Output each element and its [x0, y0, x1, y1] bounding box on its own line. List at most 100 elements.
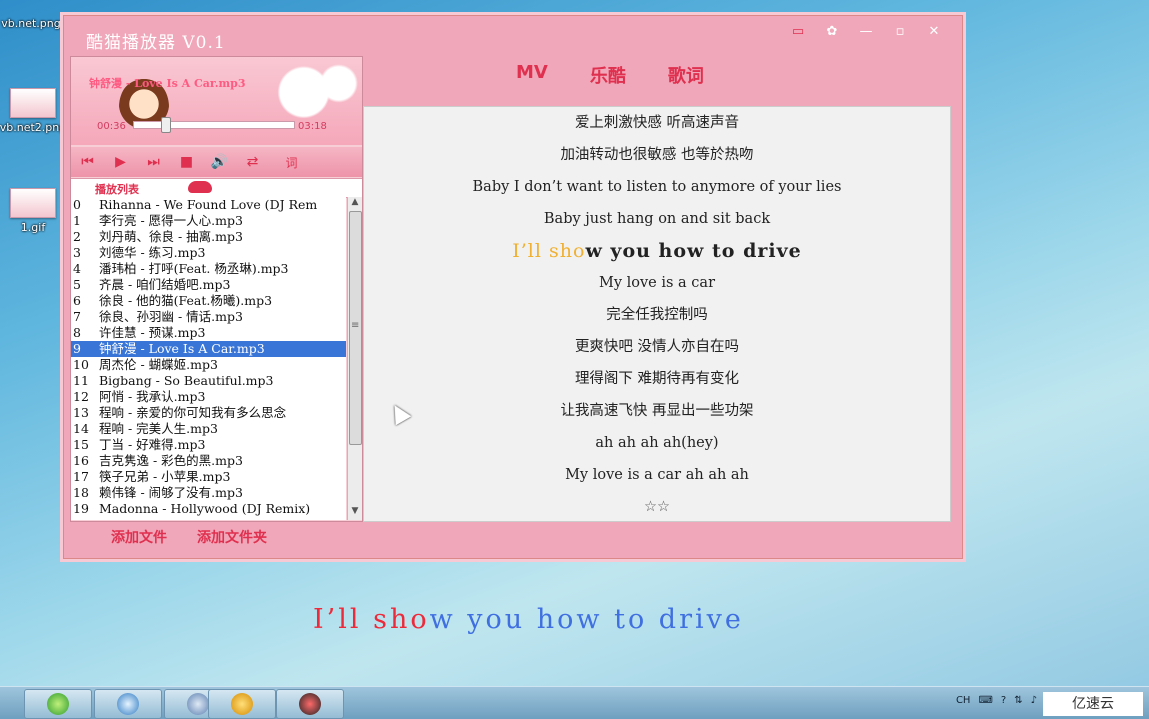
- ie-icon: [117, 693, 139, 715]
- playlist-row[interactable]: 18 赖伟锋 - 闹够了没有.mp3: [71, 485, 346, 501]
- playlist-row-title: Bigbang - So Beautiful.mp3: [99, 373, 274, 388]
- playlist-row[interactable]: 3 刘德华 - 练习.mp3: [71, 245, 346, 261]
- desktop-lyric[interactable]: I’ll show you how to drive: [313, 604, 744, 635]
- playlist-row-title: 徐良、孙羽幽 - 情话.mp3: [99, 309, 243, 324]
- playlist-row[interactable]: 1 李行亮 - 愿得一人心.mp3: [71, 213, 346, 229]
- seek-knob[interactable]: [161, 117, 172, 133]
- lyric-line: 理得阁下 难期待再有变化: [574, 371, 740, 387]
- add-folder-button[interactable]: 添加文件夹: [197, 527, 267, 547]
- playlist-row[interactable]: 2 刘丹萌、徐良 - 抽离.mp3: [71, 229, 346, 245]
- heart-icon: [188, 181, 212, 193]
- playlist-label: 播放列表: [95, 183, 139, 196]
- playlist-row-title: 刘丹萌、徐良 - 抽离.mp3: [99, 229, 243, 244]
- visual-studio-icon: [187, 693, 209, 715]
- playlist-row-title: 刘德华 - 练习.mp3: [99, 245, 206, 260]
- playlist-row[interactable]: 14 程响 - 完美人生.mp3: [71, 421, 346, 437]
- playlist-row-title: 徐良 - 他的猫(Feat.杨曦).mp3: [99, 293, 273, 308]
- lyric-line: My love is a car ah ah ah: [565, 467, 749, 483]
- loop-mode-icon[interactable]: ⇄: [236, 151, 269, 173]
- playlist[interactable]: 0 Rihanna - We Found Love (DJ Rem 1 李行亮 - 愿…: [71, 197, 346, 520]
- close-icon[interactable]: ✕: [926, 24, 942, 40]
- taskbar-item-ie[interactable]: [94, 689, 162, 719]
- image-file-icon: [10, 88, 56, 118]
- playlist-actions: 添加文件 添加文件夹: [111, 527, 267, 547]
- desktop-icon-vbnet2[interactable]: vb.net2.png: [0, 88, 68, 134]
- transport-controls: ⏮ ▶ ⏭ ■ 🔊 ⇄ 词: [71, 147, 362, 177]
- playlist-row[interactable]: 16 吉克隽逸 - 彩色的黑.mp3: [71, 453, 346, 469]
- lyric-current-rest: w you how to drive: [585, 240, 802, 262]
- playlist-row-number: 17: [73, 469, 89, 484]
- playlist-row[interactable]: 4 潘玮柏 - 打呼(Feat. 杨丞琳).mp3: [71, 261, 346, 277]
- playlist-header: 播放列表: [71, 178, 362, 198]
- tab-mv[interactable]: MV: [516, 62, 548, 88]
- playlist-row[interactable]: 12 阿悄 - 我承认.mp3: [71, 389, 346, 405]
- scroll-up-icon[interactable]: ▲: [348, 197, 362, 211]
- time-current: 00:36: [97, 121, 126, 132]
- mini-mode-icon[interactable]: ▭: [790, 24, 806, 40]
- playlist-row[interactable]: 10 周杰伦 - 蝴蝶姬.mp3: [71, 357, 346, 373]
- playlist-row-title: 赖伟锋 - 闹够了没有.mp3: [99, 485, 243, 500]
- playlist-row-number: 9: [73, 341, 81, 356]
- tab-lyrics[interactable]: 歌词: [668, 62, 704, 88]
- keyboard-icon[interactable]: ⌨: [978, 695, 992, 706]
- playlist-row[interactable]: 8 许佳慧 - 预谋.mp3: [71, 325, 346, 341]
- add-file-button[interactable]: 添加文件: [111, 527, 167, 547]
- player-app-icon: [299, 693, 321, 715]
- desktop-lyric-remaining: w you how to drive: [429, 604, 744, 635]
- playlist-row[interactable]: 11 Bigbang - So Beautiful.mp3: [71, 373, 346, 389]
- window-controls: ▭ ✿ — ▫ ✕: [790, 24, 942, 40]
- lyric-line-current: I’ll show you how to drive: [364, 235, 950, 267]
- minimize-icon[interactable]: —: [858, 24, 874, 40]
- network-icon[interactable]: ⇅: [1014, 695, 1022, 706]
- lyric-line: 更爽快吧 没情人亦自在吗: [574, 339, 740, 355]
- playlist-row-title: 程响 - 完美人生.mp3: [99, 421, 218, 436]
- playlist-row[interactable]: 6 徐良 - 他的猫(Feat.杨曦).mp3: [71, 293, 346, 309]
- desktop-icon-vbnet[interactable]: vb.net.png: [0, 0, 66, 30]
- skin-icon[interactable]: ✿: [824, 24, 840, 40]
- next-icon[interactable]: ⏭: [137, 151, 170, 173]
- scroll-down-icon[interactable]: ▼: [348, 506, 362, 520]
- playlist-row-title: 程响 - 亲爱的你可知我有多么思念: [99, 405, 287, 420]
- playlist-row-number: 2: [73, 229, 81, 244]
- playlist-row[interactable]: 7 徐良、孙羽幽 - 情话.mp3: [71, 309, 346, 325]
- playlist-scrollbar[interactable]: ▲ ▼: [347, 197, 362, 520]
- desktop-icon-gif[interactable]: 1.gif: [0, 188, 68, 234]
- input-language[interactable]: CH: [956, 695, 971, 706]
- playlist-row[interactable]: 15 丁当 - 好难得.mp3: [71, 437, 346, 453]
- previous-icon[interactable]: ⏮: [71, 151, 104, 173]
- volume-icon[interactable]: 🔊: [203, 151, 236, 173]
- lyric-line: ah ah ah ah(hey): [595, 435, 719, 451]
- taskbar-item-player[interactable]: [276, 689, 344, 719]
- playlist-row[interactable]: 19 Madonna - Hollywood (DJ Remix): [71, 501, 346, 517]
- scrollbar-thumb[interactable]: [349, 211, 362, 445]
- playlist-row[interactable]: 0 Rihanna - We Found Love (DJ Rem: [71, 197, 346, 213]
- playlist-row-title: 齐晨 - 咱们结婚吧.mp3: [99, 277, 231, 292]
- seek-bar[interactable]: [133, 117, 295, 133]
- tab-leku[interactable]: 乐酷: [590, 62, 626, 88]
- taskbar-item-browser[interactable]: [24, 689, 92, 719]
- playlist-row[interactable]: 13 程响 - 亲爱的你可知我有多么思念: [71, 405, 346, 421]
- playlist-row-title: Rihanna - We Found Love (DJ Rem: [99, 197, 318, 212]
- playlist-row-title: 丁当 - 好难得.mp3: [99, 437, 206, 452]
- playlist-row-title: 李行亮 - 愿得一人心.mp3: [99, 213, 243, 228]
- playlist-row[interactable]: 17 筷子兄弟 - 小苹果.mp3: [71, 469, 346, 485]
- playlist-row-number: 3: [73, 245, 81, 260]
- lyric-line: 加油转动也很敏感 也等於热吻: [560, 147, 754, 163]
- lyrics-panel: 爱上刺激快感 听高速声音 加油转动也很敏感 也等於热吻 Baby I don’t w…: [363, 106, 951, 522]
- music-icon: [231, 693, 253, 715]
- volume-tray-icon[interactable]: ♪: [1031, 695, 1037, 706]
- playlist-row-number: 6: [73, 293, 81, 308]
- playlist-row[interactable]: 5 齐晨 - 咱们结婚吧.mp3: [71, 277, 346, 293]
- lyric-toggle-button[interactable]: 词: [275, 151, 308, 173]
- playlist-row-title: 周杰伦 - 蝴蝶姬.mp3: [99, 357, 218, 372]
- help-icon[interactable]: ?: [1001, 695, 1006, 706]
- playlist-row[interactable]: 9 钟舒漫 - Love Is A Car.mp3: [71, 341, 346, 357]
- maximize-icon[interactable]: ▫: [892, 24, 908, 40]
- playlist-row-number: 11: [73, 373, 89, 388]
- stop-icon[interactable]: ■: [170, 151, 203, 173]
- playlist-row-number: 14: [73, 421, 89, 436]
- browser-icon: [47, 693, 69, 715]
- play-icon[interactable]: ▶: [104, 151, 137, 173]
- watermark-logo: 亿速云: [1043, 692, 1143, 716]
- taskbar-item-music[interactable]: [208, 689, 276, 719]
